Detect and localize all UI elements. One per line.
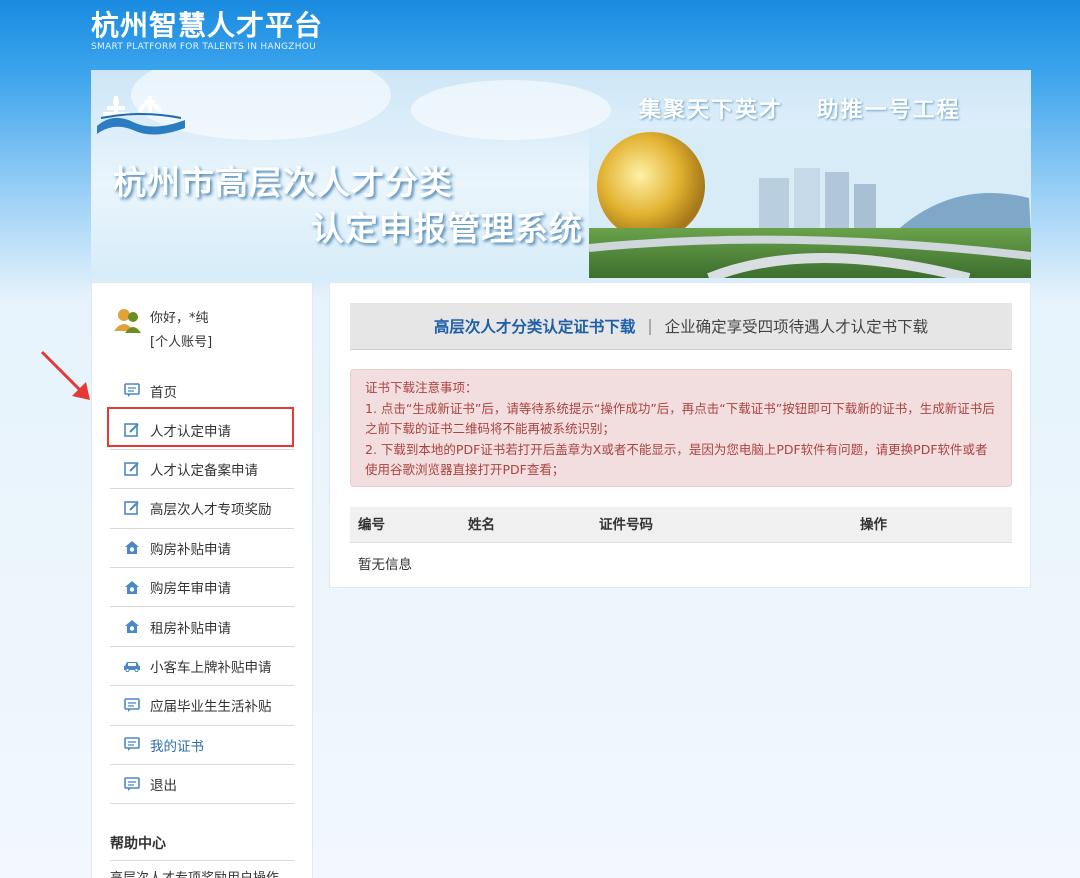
highlight-box bbox=[107, 407, 294, 447]
column-header: 编号 bbox=[358, 517, 385, 533]
main-panel: 高层次人才分类认定证书下载 | 企业确定享受四项待遇人才认定书下载 证书下载注意… bbox=[329, 282, 1031, 588]
sidebar-item-label: 我的证书 bbox=[150, 738, 204, 755]
sidebar-item-car-plate-subsidy[interactable]: 小客车上牌补贴申请 bbox=[110, 647, 294, 687]
edit-icon bbox=[122, 460, 142, 478]
column-header: 姓名 bbox=[468, 517, 495, 533]
empty-message: 暂无信息 bbox=[358, 557, 412, 573]
banner-title-line1: 杭州市高层次人才分类 bbox=[113, 163, 453, 202]
sidebar-item-label: 首页 bbox=[150, 384, 177, 401]
sidebar-item-home[interactable]: 首页 bbox=[110, 371, 294, 410]
sidebar-item-house-annual-review[interactable]: 购房年审申请 bbox=[110, 568, 294, 608]
table-header: 编号 姓名 证件号码 操作 bbox=[350, 507, 1012, 543]
tab-certificate-download[interactable]: 高层次人才分类认定证书下载 bbox=[434, 315, 636, 337]
sidebar-item-label: 高层次人才专项奖励 bbox=[150, 502, 272, 519]
car-icon bbox=[122, 657, 142, 675]
city-skyline-image bbox=[589, 128, 1031, 278]
sidebar-item-certification-filing[interactable]: 人才认定备案申请 bbox=[110, 450, 294, 490]
notice-line: 2. 下载到本地的PDF证书若打开后盖章为X或者不能显示，是因为您电脑上PDF软… bbox=[365, 441, 988, 478]
house-icon bbox=[122, 539, 142, 557]
sidebar-item-label: 小客车上牌补贴申请 bbox=[150, 659, 272, 676]
platform-logo[interactable]: 杭州智慧人才平台 SMART PLATFORM FOR TALENTS IN H… bbox=[91, 10, 391, 55]
sidebar-item-label: 购房年审申请 bbox=[150, 581, 231, 598]
message-icon bbox=[122, 775, 142, 793]
column-header: 证件号码 bbox=[599, 517, 653, 533]
notice-alert: 证书下载注意事项： 1. 点击“生成新证书”后，请等待系统提示“操作成功”后，再… bbox=[350, 369, 1012, 487]
user-info: 你好，*纯 [个人账号] bbox=[114, 307, 304, 355]
notice-line: 1. 点击“生成新证书”后，请等待系统提示“操作成功”后，再点击“下载证书”按钮… bbox=[365, 400, 995, 437]
banner: 集聚天下英才 助推一号工程 杭州市高层次人才分类 认定申报管理系统 bbox=[91, 70, 1031, 278]
sidebar-item-my-certificates[interactable]: 我的证书 bbox=[110, 726, 294, 765]
cloud-decoration bbox=[411, 80, 611, 140]
hangzhou-emblem-icon bbox=[97, 96, 185, 135]
sidebar-item-label: 退出 bbox=[150, 778, 177, 795]
user-greeting: 你好，*纯 bbox=[150, 311, 209, 326]
banner-title-line2: 认定申报管理系统 bbox=[311, 209, 583, 248]
user-avatar-icon bbox=[114, 309, 141, 333]
sidebar-item-special-award[interactable]: 高层次人才专项奖励 bbox=[110, 489, 294, 529]
sidebar-item-label: 购房补贴申请 bbox=[150, 541, 231, 558]
platform-title: 杭州智慧人才平台 bbox=[91, 9, 324, 42]
tab-enterprise-certificate-download[interactable]: 企业确定享受四项待遇人才认定书下载 bbox=[665, 315, 929, 337]
edit-icon bbox=[122, 499, 142, 517]
sidebar-item-label: 人才认定备案申请 bbox=[150, 462, 258, 479]
annotation-arrow-icon bbox=[40, 350, 90, 400]
sidebar-item-graduate-allowance[interactable]: 应届毕业生生活补贴 bbox=[110, 686, 294, 726]
sidebar: 你好，*纯 [个人账号] 首页 人才认定申请 人才认定备案申请 高层次人才专项奖… bbox=[91, 282, 313, 878]
house-icon bbox=[122, 578, 142, 596]
user-account-type[interactable]: [个人账号] bbox=[150, 331, 212, 350]
sidebar-item-logout[interactable]: 退出 bbox=[110, 765, 294, 805]
column-header: 操作 bbox=[860, 517, 887, 533]
divider bbox=[110, 860, 294, 861]
sidebar-item-rent-subsidy[interactable]: 租房补贴申请 bbox=[110, 607, 294, 647]
message-icon bbox=[122, 696, 142, 714]
tab-bar: 高层次人才分类认定证书下载 | 企业确定享受四项待遇人才认定书下载 bbox=[350, 303, 1012, 350]
help-link[interactable]: 高层次人才专项奖励用户操作 bbox=[110, 867, 294, 878]
platform-subtitle: SMART PLATFORM FOR TALENTS IN HANGZHOU bbox=[91, 42, 317, 52]
message-icon bbox=[122, 382, 142, 400]
message-icon bbox=[122, 736, 142, 754]
banner-slogan: 集聚天下英才 助推一号工程 bbox=[639, 97, 961, 123]
sidebar-item-house-subsidy[interactable]: 购房补贴申请 bbox=[110, 529, 294, 568]
house-icon bbox=[122, 618, 142, 636]
sidebar-item-label: 租房补贴申请 bbox=[150, 620, 231, 637]
help-center-title: 帮助中心 bbox=[110, 836, 166, 852]
tab-separator: | bbox=[647, 317, 653, 335]
certificate-table: 编号 姓名 证件号码 操作 暂无信息 bbox=[350, 507, 1012, 583]
notice-title: 证书下载注意事项： bbox=[365, 380, 478, 395]
sidebar-item-label: 应届毕业生生活补贴 bbox=[150, 699, 272, 716]
